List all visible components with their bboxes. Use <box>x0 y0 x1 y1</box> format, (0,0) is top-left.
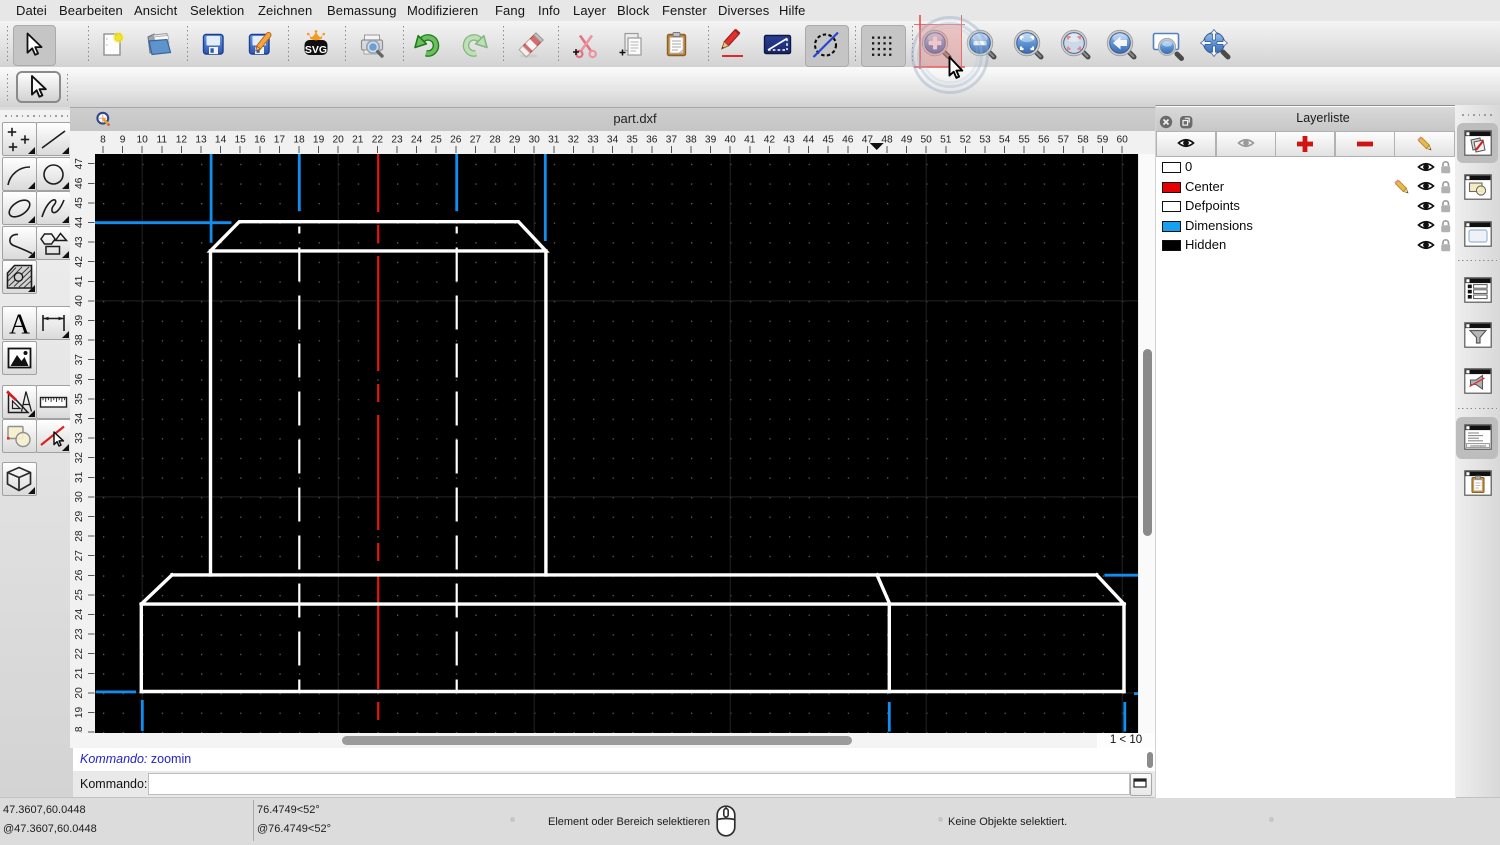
svg-text:35: 35 <box>627 135 639 146</box>
svg-text:51: 51 <box>940 135 952 146</box>
svg-text:8: 8 <box>100 135 106 146</box>
svg-text:17: 17 <box>274 135 286 146</box>
svg-text:21: 21 <box>352 135 364 146</box>
svg-text:24: 24 <box>74 609 85 621</box>
svg-text:36: 36 <box>74 373 85 385</box>
svg-text:25: 25 <box>74 589 85 601</box>
svg-text:33: 33 <box>74 432 85 444</box>
svg-text:45: 45 <box>823 135 835 146</box>
svg-text:44: 44 <box>803 135 815 146</box>
svg-text:19: 19 <box>313 135 325 146</box>
svg-text:50: 50 <box>921 135 933 146</box>
svg-text:41: 41 <box>74 275 85 287</box>
svg-text:command: command <box>1470 444 1485 448</box>
svg-text:57: 57 <box>1058 135 1070 146</box>
svg-text:15: 15 <box>235 135 247 146</box>
svg-text:32: 32 <box>568 135 580 146</box>
svg-text:11: 11 <box>157 135 168 146</box>
svg-text:54: 54 <box>999 135 1011 146</box>
svg-text:23: 23 <box>391 135 403 146</box>
svg-text:46: 46 <box>74 177 85 189</box>
svg-text:37: 37 <box>74 354 85 366</box>
svg-text:18: 18 <box>293 135 305 146</box>
svg-text:27: 27 <box>470 135 482 146</box>
svg-text:53: 53 <box>979 135 991 146</box>
svg-text:21: 21 <box>74 667 85 679</box>
svg-text:32: 32 <box>74 452 85 464</box>
svg-text:33: 33 <box>587 135 599 146</box>
svg-text:45: 45 <box>74 197 85 209</box>
svg-text:44: 44 <box>74 217 85 229</box>
svg-text:23: 23 <box>74 628 85 640</box>
svg-text:26: 26 <box>450 135 462 146</box>
svg-text:28: 28 <box>74 530 85 542</box>
svg-text:40: 40 <box>74 295 85 307</box>
svg-text:12: 12 <box>176 135 188 146</box>
svg-text:16: 16 <box>254 135 266 146</box>
svg-text:60: 60 <box>1117 135 1129 146</box>
svg-text:58: 58 <box>1077 135 1089 146</box>
svg-text:31: 31 <box>74 471 85 483</box>
svg-text:14: 14 <box>215 135 227 146</box>
svg-text:56: 56 <box>1038 135 1050 146</box>
svg-text:30: 30 <box>529 135 541 146</box>
svg-text:41: 41 <box>744 135 756 146</box>
svg-text:20: 20 <box>333 135 345 146</box>
svg-text:10: 10 <box>137 135 149 146</box>
svg-text:35: 35 <box>74 393 85 405</box>
svg-text:36: 36 <box>646 135 658 146</box>
svg-text:43: 43 <box>783 135 795 146</box>
svg-text:31: 31 <box>548 135 560 146</box>
svg-text:47: 47 <box>74 158 85 170</box>
svg-text:42: 42 <box>764 135 776 146</box>
svg-text:13: 13 <box>195 135 207 146</box>
svg-text:SVG: SVG <box>305 44 327 56</box>
svg-text:27: 27 <box>74 550 85 562</box>
svg-text:29: 29 <box>74 511 85 523</box>
svg-text:34: 34 <box>74 413 85 425</box>
svg-text:59: 59 <box>1097 135 1109 146</box>
svg-text:25: 25 <box>431 135 443 146</box>
svg-text:42: 42 <box>74 256 85 268</box>
svg-text:26: 26 <box>74 569 85 581</box>
svg-text:38: 38 <box>685 135 697 146</box>
svg-text:29: 29 <box>509 135 521 146</box>
svg-text:22: 22 <box>74 648 85 660</box>
svg-text:24: 24 <box>411 135 423 146</box>
svg-text:34: 34 <box>607 135 619 146</box>
svg-text:19: 19 <box>74 707 85 719</box>
svg-text:30: 30 <box>74 491 85 503</box>
svg-text:37: 37 <box>666 135 678 146</box>
svg-text:43: 43 <box>74 236 85 248</box>
svg-text:39: 39 <box>705 135 717 146</box>
svg-text:48: 48 <box>881 135 893 146</box>
svg-text:46: 46 <box>842 135 854 146</box>
svg-text:9: 9 <box>120 135 126 146</box>
svg-text:40: 40 <box>725 135 737 146</box>
svg-text:28: 28 <box>489 135 501 146</box>
svg-text:49: 49 <box>901 135 913 146</box>
svg-text:39: 39 <box>74 315 85 327</box>
svg-text:52: 52 <box>960 135 972 146</box>
svg-text:20: 20 <box>74 687 85 699</box>
svg-text:A: A <box>9 309 30 340</box>
svg-text:22: 22 <box>372 135 384 146</box>
svg-text:55: 55 <box>1019 135 1031 146</box>
svg-text:38: 38 <box>74 334 85 346</box>
